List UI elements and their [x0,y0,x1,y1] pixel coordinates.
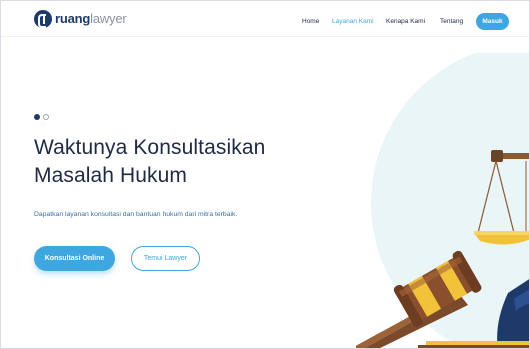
top-navbar: ruanglawyer Home Layanan Kami Kenapa Kam… [1,1,529,37]
login-button[interactable]: Masuk [476,13,509,30]
hero-illustration [352,43,529,348]
carousel-dot-1[interactable] [34,114,40,120]
temui-lawyer-button[interactable]: Temui Lawyer [131,246,200,271]
nav-home[interactable]: Home [302,16,319,28]
justice-illustration-svg [352,43,529,348]
nav-layanan-kami[interactable]: Layanan Kami [332,16,374,28]
nav-tentang[interactable]: Tentang [440,16,463,28]
carousel-dot-2[interactable] [43,114,49,120]
browser-viewport: ruanglawyer Home Layanan Kami Kenapa Kam… [0,0,530,349]
hero-title-line-2: Masalah Hukum [34,164,188,187]
konsultasi-online-button[interactable]: Konsultasi Online [34,246,115,271]
nav-kenapa-kami[interactable]: Kenapa Kami [386,16,425,28]
main-nav: Home Layanan Kami Kenapa Kami Tentang [1,16,529,30]
hero-subtitle: Dapatkan layanan konsultasi dan bantuan … [34,211,238,218]
carousel-indicators [34,114,49,120]
hero-title: Waktunya Konsultasikan Masalah Hukum [34,134,294,190]
hero-title-line-1: Waktunya Konsultasikan [34,136,266,159]
